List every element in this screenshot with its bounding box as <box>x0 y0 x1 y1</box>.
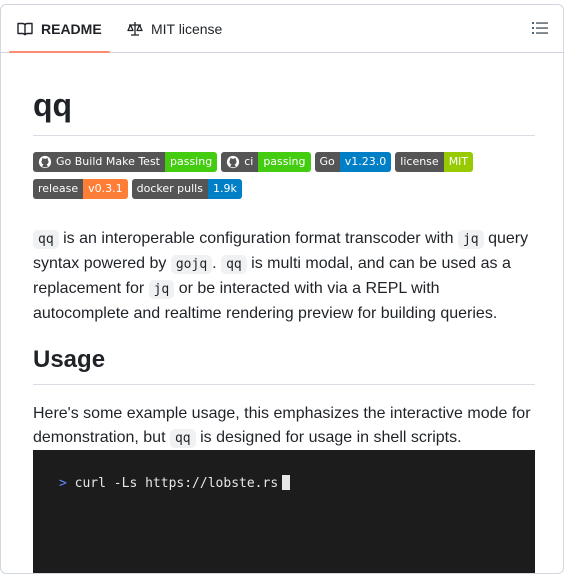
title-divider <box>33 135 535 136</box>
badge-go-version[interactable]: Go v1.23.0 <box>314 152 392 172</box>
book-icon <box>17 22 33 35</box>
badge-go-value: v1.23.0 <box>339 152 392 172</box>
badge-release[interactable]: release v0.3.1 <box>33 179 128 199</box>
badge-ci[interactable]: ci passing <box>221 152 311 172</box>
badge-ci-label: ci <box>244 155 254 168</box>
usage-paragraph: Here's some example usage, this emphasiz… <box>33 405 531 448</box>
terminal-line: > curl -Ls https://lobste.rs <box>59 475 291 491</box>
tab-readme-label: README <box>41 20 102 37</box>
badges: Go Build Make Test passing ci passing Go… <box>33 152 535 206</box>
badge-build-value: passing <box>165 152 218 172</box>
badge-build-label: Go Build Make Test <box>56 155 160 168</box>
readme-panel: README MIT license qq Go Build Make Test… <box>0 4 564 574</box>
inline-code: gojq <box>170 255 213 274</box>
badge-release-label: release <box>33 179 84 199</box>
intro-paragraph: qq is an interoperable configuration for… <box>33 230 529 322</box>
terminal-demo: > curl -Ls https://lobste.rs <box>33 450 535 573</box>
terminal-command: curl -Ls https://lobste.rs <box>74 476 279 491</box>
usage-heading: Usage <box>33 346 106 373</box>
github-icon <box>38 155 52 169</box>
badge-license-label: license <box>395 152 444 172</box>
badge-release-value: v0.3.1 <box>83 179 128 199</box>
badge-ci-value: passing <box>258 152 311 172</box>
law-icon <box>127 21 143 36</box>
readme-tabbar: README MIT license <box>1 5 563 53</box>
page-title: qq <box>33 87 73 123</box>
badge-build[interactable]: Go Build Make Test passing <box>33 152 218 172</box>
terminal-cursor <box>282 475 291 490</box>
badge-docker-value: 1.9k <box>207 179 242 199</box>
inline-code: qq <box>169 429 196 448</box>
badge-license-value: MIT <box>443 152 474 172</box>
list-unordered-icon[interactable] <box>531 19 549 37</box>
github-icon <box>227 155 240 169</box>
inline-code: qq <box>33 230 59 249</box>
badge-go-label: Go <box>314 152 340 172</box>
usage-divider <box>33 384 535 385</box>
terminal-prompt: > <box>59 476 67 491</box>
inline-code: jq <box>148 280 175 299</box>
badge-docker-pulls[interactable]: docker pulls 1.9k <box>131 179 242 199</box>
inline-code: qq <box>221 255 247 274</box>
badge-license[interactable]: license MIT <box>395 152 474 172</box>
tab-license-label: MIT license <box>151 20 223 37</box>
badge-row: release v0.3.1 docker pulls 1.9k <box>33 179 535 199</box>
tab-license[interactable]: MIT license <box>127 5 222 52</box>
inline-code: jq <box>457 230 484 249</box>
tab-readme[interactable]: README <box>9 5 110 53</box>
badge-docker-label: docker pulls <box>131 179 208 199</box>
badge-row: Go Build Make Test passing ci passing Go… <box>33 152 535 172</box>
